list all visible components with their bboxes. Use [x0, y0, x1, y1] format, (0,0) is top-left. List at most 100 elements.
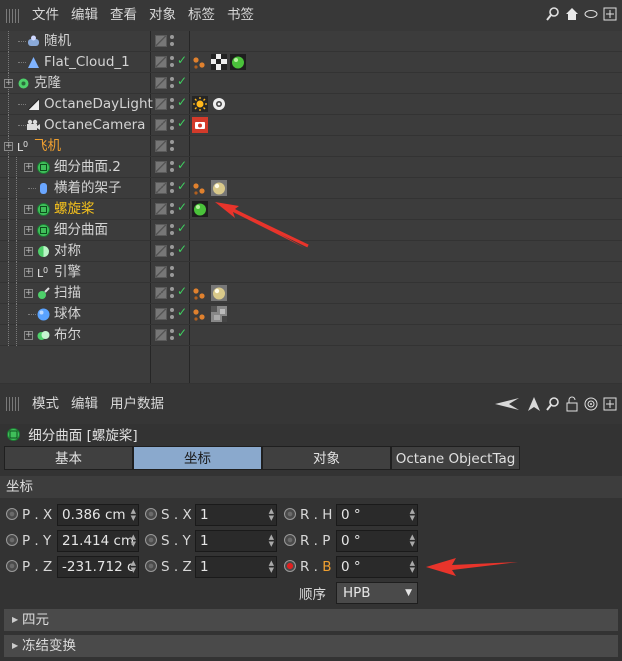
layer-icon[interactable]	[155, 98, 167, 110]
object-row[interactable]: + L 0 引擎	[0, 262, 622, 283]
add-icon[interactable]	[602, 6, 618, 22]
keyframe-radio-rb[interactable]	[284, 560, 296, 572]
object-row[interactable]: + 克隆 ✓	[0, 73, 622, 94]
pz-input[interactable]: -231.712 c ▲ ▼	[57, 556, 139, 578]
layer-icon[interactable]	[155, 77, 167, 89]
up-arrow-icon[interactable]	[526, 396, 542, 412]
object-label[interactable]: 克隆	[34, 73, 61, 94]
object-row[interactable]: 球体 ✓	[0, 304, 622, 325]
keyframe-radio-rp[interactable]	[284, 534, 296, 546]
object-row[interactable]: + 布尔 ✓	[0, 325, 622, 346]
keyframe-radio-px[interactable]	[6, 508, 18, 520]
editor-visibility-dot-icon[interactable]	[170, 245, 174, 249]
noise-material-tag-icon[interactable]	[211, 306, 227, 322]
menu-edit[interactable]: 编辑	[65, 389, 104, 420]
keyframe-radio-sz[interactable]	[145, 560, 157, 572]
texture-dots-tag-icon[interactable]	[192, 54, 208, 70]
render-visibility-dot-icon[interactable]	[170, 147, 174, 151]
object-row[interactable]: + L 0 飞机	[0, 136, 622, 157]
render-visibility-dot-icon[interactable]	[170, 252, 174, 256]
render-visibility-dot-icon[interactable]	[170, 273, 174, 277]
render-visibility-dot-icon[interactable]	[170, 105, 174, 109]
editor-visibility-dot-icon[interactable]	[170, 98, 174, 102]
enabled-check-icon[interactable]: ✓	[177, 284, 187, 298]
add-icon[interactable]	[602, 396, 618, 412]
tab-object[interactable]: 对象	[262, 446, 391, 470]
expand-toggle-icon[interactable]: +	[4, 79, 13, 88]
layer-icon[interactable]	[155, 224, 167, 236]
enabled-check-icon[interactable]: ✓	[177, 116, 187, 130]
keyframe-radio-sx[interactable]	[145, 508, 157, 520]
menu-edit[interactable]: 编辑	[65, 0, 104, 31]
object-row[interactable]: Flat_Cloud_1 ✓	[0, 52, 622, 73]
layer-icon[interactable]	[155, 287, 167, 299]
editor-visibility-dot-icon[interactable]	[170, 140, 174, 144]
visibility-flags[interactable]: ✓	[151, 304, 189, 325]
texture-dots-tag-icon[interactable]	[192, 306, 208, 322]
target-icon[interactable]	[583, 396, 599, 412]
enabled-check-icon[interactable]: ✓	[177, 326, 187, 340]
object-label[interactable]: 布尔	[54, 325, 81, 346]
panel-grip-icon[interactable]	[6, 397, 20, 411]
render-visibility-dot-icon[interactable]	[170, 168, 174, 172]
camera-tag-icon[interactable]	[192, 117, 208, 133]
enabled-check-icon[interactable]: ✓	[177, 74, 187, 88]
menu-user-data[interactable]: 用户数据	[104, 389, 170, 420]
visibility-flags[interactable]: ✓	[151, 73, 189, 94]
visibility-flags[interactable]: ✓	[151, 283, 189, 304]
lock-icon[interactable]	[564, 396, 580, 412]
keyframe-radio-rh[interactable]	[284, 508, 296, 520]
menu-bookmarks[interactable]: 书签	[221, 0, 260, 31]
object-label[interactable]: 螺旋桨	[54, 199, 95, 220]
object-label[interactable]: 引擎	[54, 262, 81, 283]
menu-mode[interactable]: 模式	[26, 389, 65, 420]
tab-coordinates[interactable]: 坐标	[133, 446, 262, 470]
px-input[interactable]: 0.386 cm ▲ ▼	[57, 504, 139, 526]
layer-icon[interactable]	[155, 266, 167, 278]
render-visibility-dot-icon[interactable]	[170, 63, 174, 67]
layer-icon[interactable]	[155, 161, 167, 173]
layer-icon[interactable]	[155, 182, 167, 194]
expand-toggle-icon[interactable]: +	[4, 142, 13, 151]
object-label[interactable]: 扫描	[54, 283, 81, 304]
visibility-flags[interactable]: ✓	[151, 115, 189, 136]
render-visibility-dot-icon[interactable]	[170, 126, 174, 130]
editor-visibility-dot-icon[interactable]	[170, 287, 174, 291]
visibility-flags[interactable]: ✓	[151, 94, 189, 115]
object-label[interactable]: 随机	[44, 31, 71, 52]
visibility-flags[interactable]: ✓	[151, 199, 189, 220]
visibility-flags[interactable]	[151, 262, 189, 283]
editor-visibility-dot-icon[interactable]	[170, 182, 174, 186]
object-label[interactable]: 对称	[54, 241, 81, 262]
render-visibility-dot-icon[interactable]	[170, 189, 174, 193]
py-input[interactable]: 21.414 cm ▲ ▼	[57, 530, 139, 552]
layer-icon[interactable]	[155, 140, 167, 152]
enabled-check-icon[interactable]: ✓	[177, 200, 187, 214]
object-label[interactable]: OctaneCamera	[44, 115, 145, 136]
render-visibility-dot-icon[interactable]	[170, 84, 174, 88]
object-label[interactable]: OctaneDayLight	[44, 94, 153, 115]
editor-visibility-dot-icon[interactable]	[170, 77, 174, 81]
texture-dots-tag-icon[interactable]	[192, 180, 208, 196]
render-visibility-dot-icon[interactable]	[170, 336, 174, 340]
editor-visibility-dot-icon[interactable]	[170, 35, 174, 39]
render-visibility-dot-icon[interactable]	[170, 231, 174, 235]
enabled-check-icon[interactable]: ✓	[177, 242, 187, 256]
editor-visibility-dot-icon[interactable]	[170, 119, 174, 123]
panel-grip-icon[interactable]	[6, 8, 20, 23]
editor-visibility-dot-icon[interactable]	[170, 266, 174, 270]
layer-icon[interactable]	[155, 203, 167, 215]
enabled-check-icon[interactable]: ✓	[177, 221, 187, 235]
enabled-check-icon[interactable]: ✓	[177, 53, 187, 67]
search-icon[interactable]	[545, 6, 561, 22]
enabled-check-icon[interactable]: ✓	[177, 95, 187, 109]
enabled-check-icon[interactable]: ✓	[177, 158, 187, 172]
search-icon[interactable]	[545, 396, 561, 412]
sx-input[interactable]: 1 ▲ ▼	[195, 504, 277, 526]
keyframe-radio-sy[interactable]	[145, 534, 157, 546]
layer-icon[interactable]	[155, 329, 167, 341]
eye-icon[interactable]	[583, 6, 599, 22]
rh-input[interactable]: 0 ° ▲ ▼	[336, 504, 418, 526]
object-row[interactable]: OctaneCamera ✓	[0, 115, 622, 136]
enabled-check-icon[interactable]: ✓	[177, 179, 187, 193]
